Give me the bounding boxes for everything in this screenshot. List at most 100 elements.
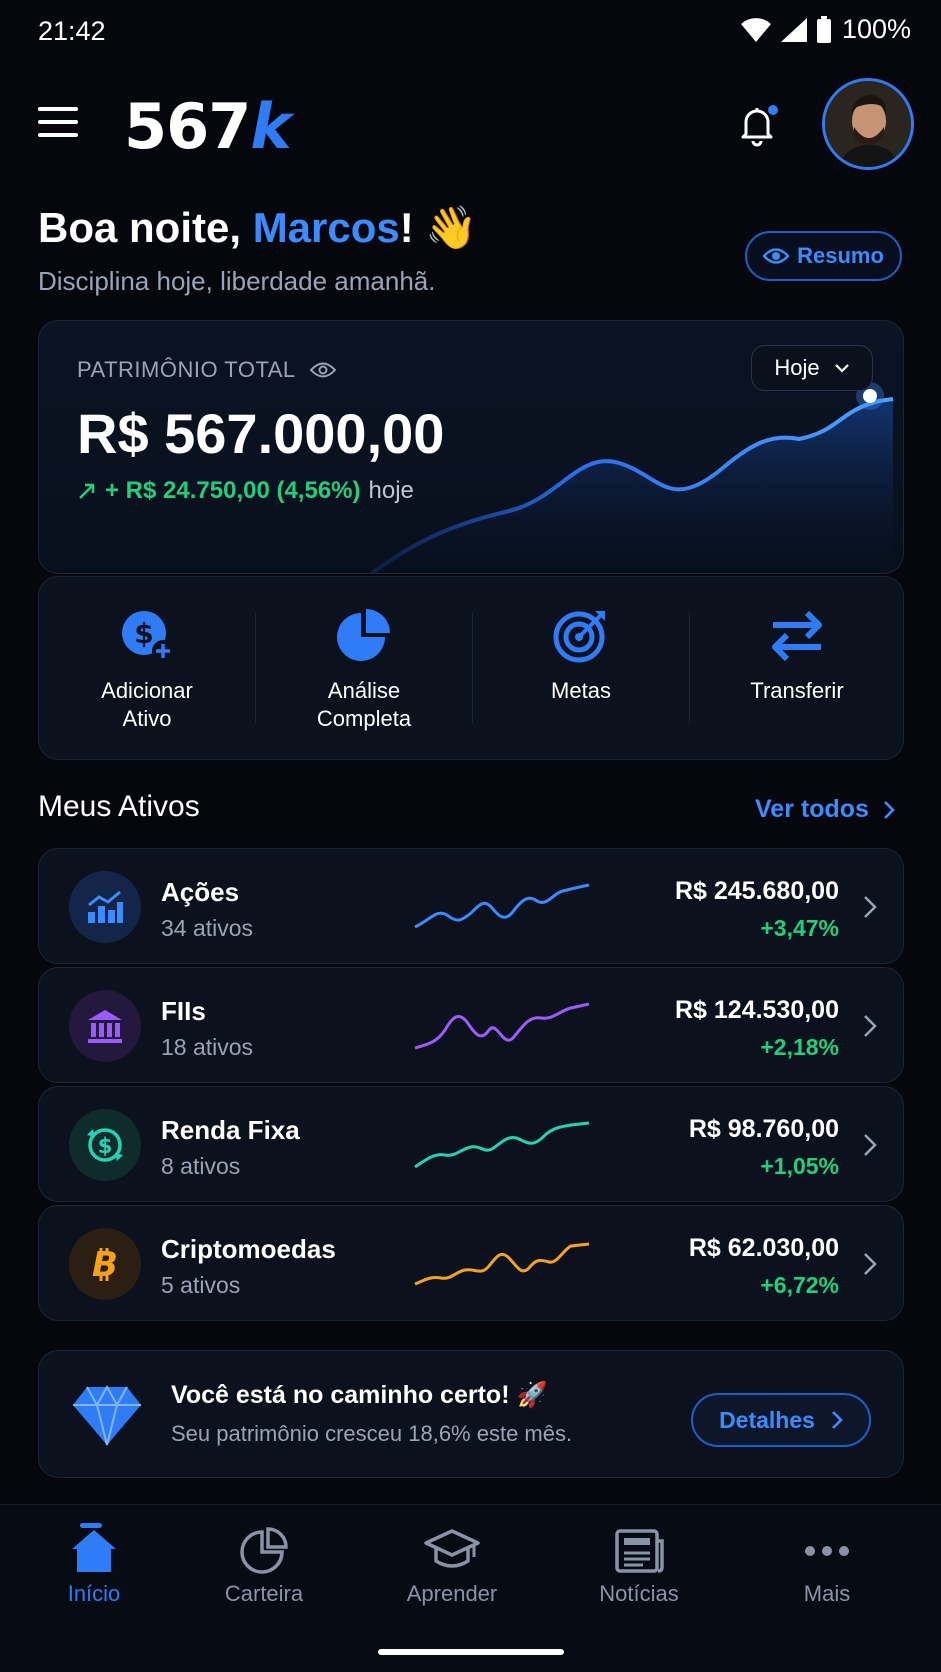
period-dropdown[interactable]: Hoje — [751, 345, 873, 391]
newspaper-icon — [615, 1529, 664, 1573]
action-goals[interactable]: Metas — [473, 577, 689, 761]
greeting-subtitle: Disciplina hoje, liberdade amanhã. — [38, 266, 436, 296]
asset-sparkline — [414, 1121, 590, 1169]
asset-icon-bg — [69, 990, 141, 1062]
eye-toggle-icon[interactable] — [309, 361, 336, 379]
greeting-prefix: Boa noite, — [38, 204, 253, 251]
nav-label: Mais — [803, 1581, 851, 1606]
chevron-right-icon — [864, 1134, 877, 1156]
asset-name: Criptomoedas — [161, 1234, 336, 1264]
eye-icon — [763, 248, 790, 264]
nav-label: Notícias — [599, 1581, 679, 1606]
see-all-label: Ver todos — [755, 795, 869, 823]
patrimonio-label-text: PATRIMÔNIO TOTAL — [77, 357, 296, 382]
patrimonio-card: PATRIMÔNIO TOTAL R$ 567.000,00 + R$ 24.7… — [38, 320, 904, 574]
quick-actions-card: $ Adicionar Ativo Análise Completa Metas… — [38, 576, 904, 760]
see-all-link[interactable]: Ver todos — [755, 795, 895, 824]
logo-text: 567 — [124, 90, 251, 163]
resumo-label: Resumo — [797, 243, 884, 268]
status-bar: 21:42 100% — [0, 0, 941, 66]
svg-text:B: B — [92, 1245, 118, 1284]
assets-section-title: Meus Ativos — [38, 790, 200, 823]
wave-emoji: 👋 — [425, 204, 478, 251]
nav-noticias[interactable]: Notícias — [545, 1527, 733, 1607]
action-full-analysis[interactable]: Análise Completa — [256, 577, 472, 761]
asset-change: +3,47% — [760, 915, 839, 941]
asset-value: R$ 62.030,00 — [688, 1234, 839, 1262]
status-icons: 100% — [740, 14, 911, 45]
asset-value: R$ 98.760,00 — [688, 1115, 839, 1143]
user-avatar[interactable] — [822, 78, 914, 170]
chevron-right-icon — [864, 1015, 877, 1037]
action-full-analysis-label: Análise Completa — [316, 678, 412, 731]
wifi-icon — [740, 17, 771, 42]
asset-name: Ações — [161, 877, 240, 907]
patrimonio-change-suffix: hoje — [368, 477, 414, 504]
more-icon — [805, 1546, 849, 1556]
action-add-asset[interactable]: $ Adicionar Ativo — [39, 577, 255, 761]
asset-value: R$ 124.530,00 — [674, 996, 839, 1024]
promo-subtitle: Seu patrimônio cresceu 18,6% este mês. — [171, 1421, 573, 1446]
nav-aprender[interactable]: Aprender — [358, 1527, 546, 1607]
nav-mais[interactable]: Mais — [733, 1527, 921, 1607]
asset-icon-bg: $ — [69, 1109, 141, 1181]
asset-name: Renda Fixa — [161, 1115, 300, 1145]
chevron-right-icon — [884, 800, 895, 819]
target-icon — [553, 611, 605, 663]
action-transfer[interactable]: Transferir — [689, 577, 905, 761]
asset-count: 18 ativos — [161, 1034, 254, 1060]
resumo-button[interactable]: Resumo — [745, 231, 902, 281]
nav-label: Aprender — [406, 1581, 498, 1606]
app-logo: 567k — [124, 90, 292, 163]
details-button[interactable]: Detalhes — [691, 1393, 871, 1447]
action-transfer-label: Transferir — [750, 678, 844, 703]
chevron-right-icon — [832, 1411, 843, 1429]
dollar-cycle-icon: $ — [87, 1128, 123, 1162]
avatar-image — [825, 81, 911, 167]
chevron-right-icon — [864, 896, 877, 918]
promo-card: Você está no caminho certo! 🚀 Seu patrim… — [38, 1350, 904, 1478]
home-gesture-handle[interactable] — [378, 1649, 564, 1655]
asset-change: +2,18% — [760, 1034, 839, 1060]
asset-sparkline — [414, 1002, 590, 1050]
signal-icon — [780, 17, 807, 42]
asset-sparkline — [414, 1242, 590, 1286]
svg-text:$: $ — [98, 1134, 113, 1158]
details-label: Detalhes — [719, 1406, 815, 1433]
graduation-cap-icon — [424, 1529, 480, 1568]
patrimonio-chart-endpoint — [863, 389, 877, 403]
menu-icon[interactable] — [38, 107, 78, 141]
notification-bell-icon[interactable] — [732, 100, 782, 150]
nav-active-indicator — [80, 1523, 102, 1528]
asset-name: FIIs — [161, 996, 206, 1026]
patrimonio-value: R$ 567.000,00 — [77, 402, 445, 465]
app-header: 567k — [0, 76, 941, 176]
bottom-navigation: Início Carteira Aprender Notícias Mais — [0, 1504, 941, 1672]
bank-icon — [88, 1010, 122, 1043]
chevron-down-icon — [834, 364, 849, 373]
asset-row-renda-fixa[interactable]: $ Renda Fixa 8 ativos R$ 98.760,00 +1,05… — [38, 1086, 904, 1202]
user-name: Marcos — [252, 204, 400, 251]
asset-value: R$ 245.680,00 — [674, 877, 839, 905]
asset-sparkline — [414, 883, 590, 929]
svg-text:$: $ — [134, 617, 153, 650]
patrimonio-label: PATRIMÔNIO TOTAL — [77, 357, 336, 383]
asset-count: 34 ativos — [161, 915, 254, 941]
pie-chart-icon — [240, 1527, 288, 1574]
battery-percent: 100% — [841, 14, 911, 44]
patrimonio-change: + R$ 24.750,00 (4,56%) hoje — [77, 477, 414, 505]
status-time: 21:42 — [38, 16, 106, 46]
asset-row-criptomoedas[interactable]: B Criptomoedas 5 ativos R$ 62.030,00 +6,… — [38, 1205, 904, 1321]
nav-carteira[interactable]: Carteira — [170, 1527, 358, 1607]
asset-count: 5 ativos — [161, 1272, 241, 1298]
asset-row-fiis[interactable]: FIIs 18 ativos R$ 124.530,00 +2,18% — [38, 967, 904, 1083]
battery-icon — [816, 15, 831, 43]
nav-inicio[interactable]: Início — [0, 1523, 188, 1607]
asset-icon-bg — [69, 871, 141, 943]
asset-row-acoes[interactable]: Ações 34 ativos R$ 245.680,00 +3,47% — [38, 848, 904, 964]
action-goals-label: Metas — [551, 678, 611, 703]
action-add-asset-label: Adicionar Ativo — [101, 678, 193, 731]
trend-up-icon — [79, 483, 95, 499]
bar-chart-icon — [88, 890, 123, 923]
transfer-icon — [772, 610, 822, 662]
